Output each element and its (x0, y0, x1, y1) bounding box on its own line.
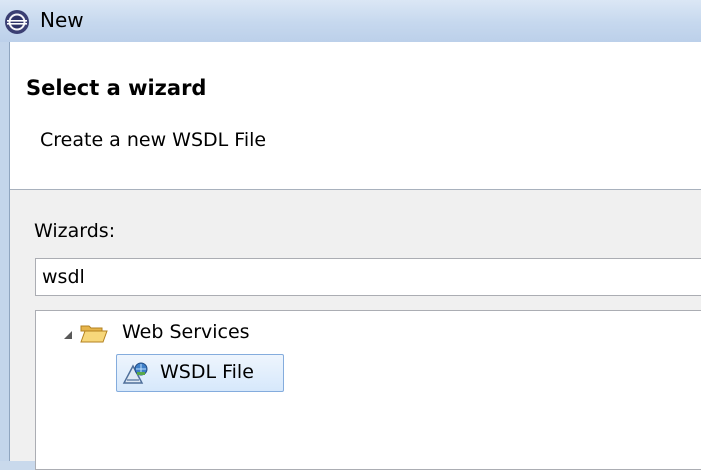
wizard-heading: Select a wizard (26, 76, 207, 100)
wizard-filter-input[interactable] (35, 258, 701, 296)
tree-item-wsdl-file[interactable]: WSDL File (116, 354, 284, 392)
eclipse-app-icon (5, 10, 29, 34)
wizards-label: Wizards: (34, 220, 116, 242)
window-title: New (40, 8, 84, 32)
wsdl-file-icon (122, 362, 148, 384)
wizard-tree[interactable]: Web Services WSDL File (35, 310, 701, 470)
folder-open-icon (80, 325, 108, 343)
tree-folder-web-services[interactable]: Web Services (122, 321, 250, 343)
tree-expanded-arrow-icon[interactable] (62, 329, 74, 341)
window-frame-left (0, 42, 10, 461)
title-bar[interactable]: New (0, 0, 701, 42)
wizard-content: Wizards: Web Services WSDL File (10, 190, 701, 470)
wizard-header: Select a wizard Create a new WSDL File (10, 42, 701, 190)
wizard-description: Create a new WSDL File (40, 129, 267, 151)
tree-item-label: WSDL File (160, 361, 254, 383)
